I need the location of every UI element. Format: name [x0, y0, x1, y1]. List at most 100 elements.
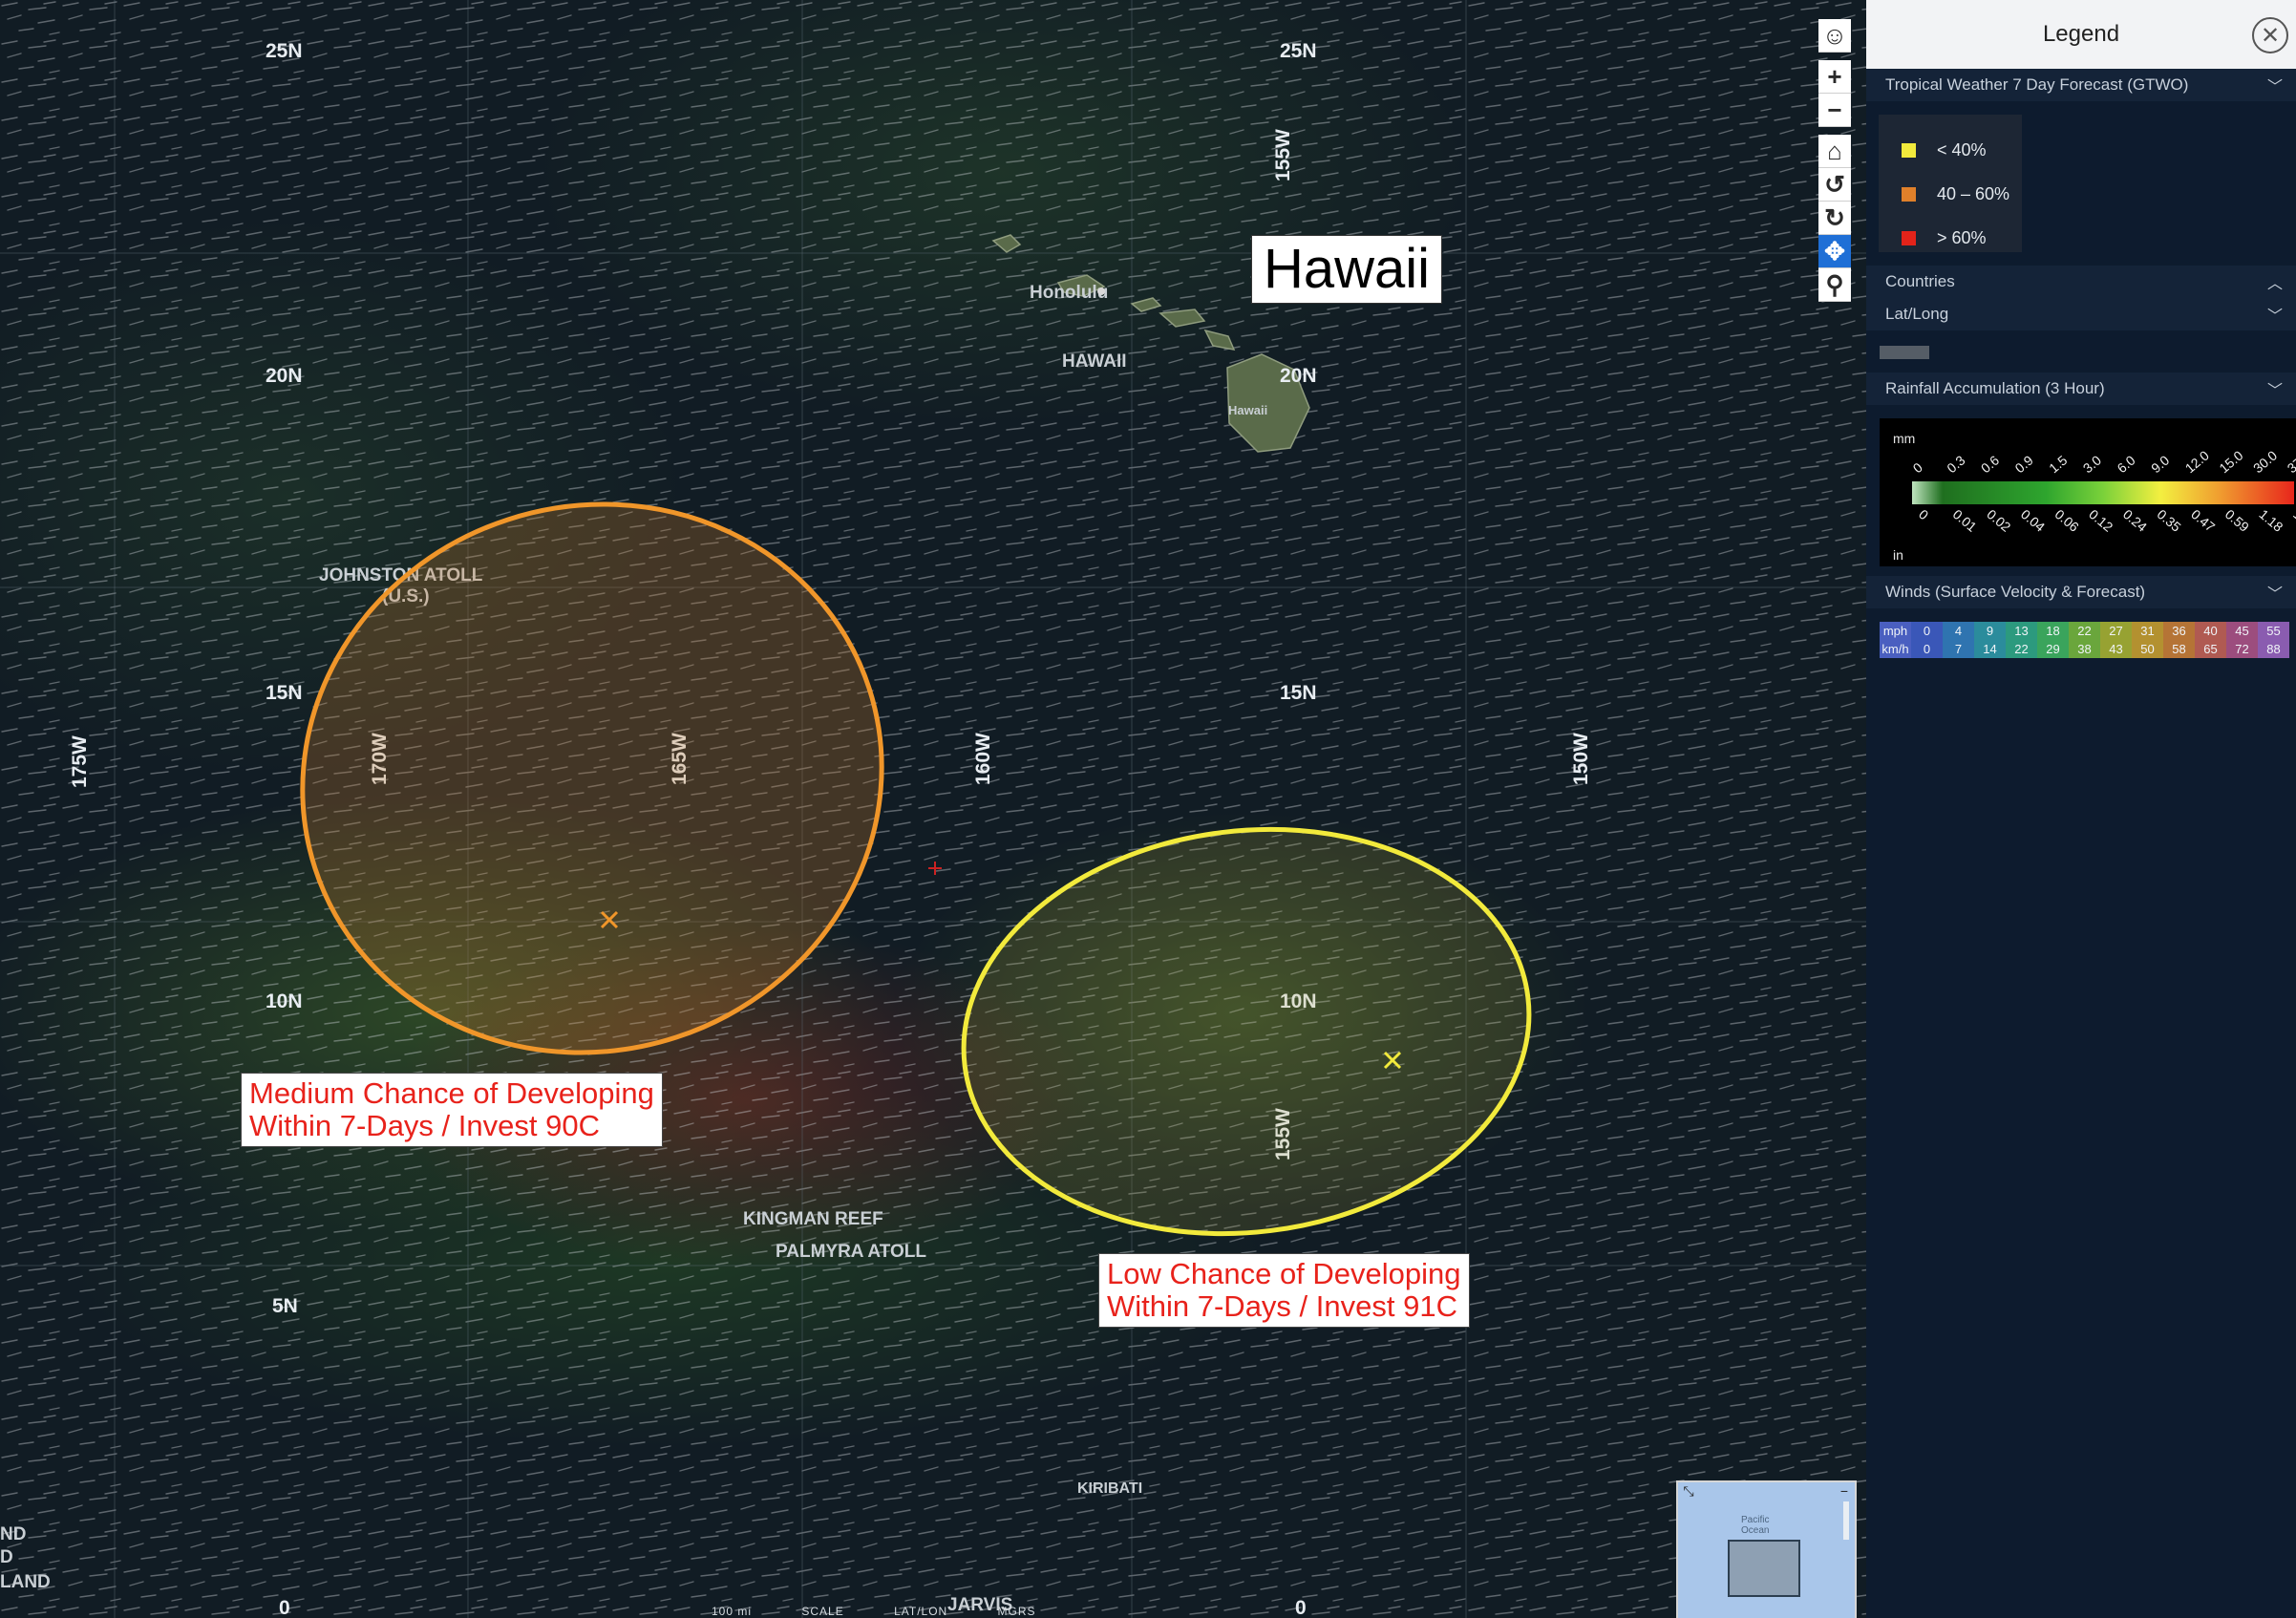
- rain-tick-label: 0.12: [2086, 506, 2115, 535]
- rain-tick-label: 0.04: [2018, 506, 2048, 535]
- legend-panel: Legend ✕ Tropical Weather 7 Day Forecast…: [1866, 0, 2296, 1618]
- wind-value-cell: 36: [2163, 622, 2195, 640]
- annotation-invest-90c: Medium Chance of Developing Within 7-Day…: [241, 1073, 663, 1147]
- legend-section-rainfall[interactable]: Rainfall Accumulation (3 Hour) ﹀: [1866, 373, 2296, 405]
- minus-icon: −: [1827, 95, 1842, 124]
- gtwo-legend-item: > 60%: [1879, 216, 2022, 260]
- wind-value-cell: 58: [2163, 640, 2195, 658]
- wind-value-cell: 14: [1974, 640, 2006, 658]
- rainfall-colorbar: mm in 0 0.3 0.6 0.9 1.5 3.0 6.0 9.0 12.0 15.0 30.0…: [1880, 418, 2296, 566]
- home-icon: ⌂: [1827, 136, 1842, 165]
- wind-value-cell: 43: [2100, 640, 2132, 658]
- wind-value-cell: 88: [2258, 640, 2289, 658]
- chevron-down-icon: ﹀: [2266, 586, 2283, 603]
- lat-label-15n: 15N: [266, 682, 303, 704]
- rain-tick-label: 0: [1910, 459, 1925, 476]
- wind-value-cell: 13: [2006, 622, 2037, 640]
- rain-tick-label: 1.18: [2256, 506, 2285, 535]
- wind-value-cell: 0: [1911, 640, 1943, 658]
- annotation-invest-91c: Low Chance of Developing Within 7-Days /…: [1098, 1253, 1470, 1328]
- legend-section-gtwo[interactable]: Tropical Weather 7 Day Forecast (GTWO) ﹀: [1866, 69, 2296, 101]
- rain-ticks-in: 0 0.01 0.02 0.04 0.06 0.12 0.24 0.35 0.47 0.59 1.1…: [1916, 506, 2296, 535]
- zoom-in-button[interactable]: +: [1818, 60, 1851, 94]
- lat-label-0-east: 0: [1295, 1597, 1307, 1618]
- rain-tick-label: 0: [1916, 506, 1931, 522]
- map-controls: ☺ + − ⌂ ↺ ↻ ✥ ⚲: [1818, 19, 1851, 302]
- home-button[interactable]: ⌂: [1818, 135, 1851, 168]
- legend-section-winds[interactable]: Winds (Surface Velocity & Forecast) ﹀: [1866, 576, 2296, 608]
- rotate-left-button[interactable]: ↺: [1818, 168, 1851, 202]
- wind-value-cell: 29: [2037, 640, 2069, 658]
- chevron-up-icon: ︿: [2266, 276, 2283, 292]
- legend-title: Legend: [2042, 21, 2120, 47]
- rotate-right-icon: ↻: [1824, 202, 1845, 232]
- place-kiribati: KIRIBATI: [1077, 1480, 1142, 1497]
- wind-value-cell: 50: [2132, 640, 2163, 658]
- overview-minimap[interactable]: ⤡ − Pacific Ocean: [1676, 1480, 1857, 1618]
- wind-value-cell: 4: [1943, 622, 1974, 640]
- rainfall-colorbar-svg: mm in 0 0.3 0.6 0.9 1.5 3.0 6.0 9.0 12.0 15.0 30.0…: [1893, 431, 2296, 563]
- lat-label-20n: 20N: [266, 365, 303, 387]
- legend-section-countries[interactable]: Countries ︿: [1866, 266, 2296, 298]
- lat-label-25n: 25N: [266, 40, 303, 62]
- scale-bar: 100 mi SCALE LAT/LON MGRS: [712, 1605, 1082, 1618]
- rotate-left-icon: ↺: [1824, 169, 1845, 199]
- gtwo-label: > 60%: [1937, 227, 1987, 247]
- wind-row-mph: mph 0 4 9 13 18 22 27 31 36 40 45 55: [1880, 622, 2289, 640]
- zoom-box-button[interactable]: ⚲: [1818, 268, 1851, 302]
- rain-tick-label: 1.46: [2290, 506, 2296, 535]
- gtwo-swatch: [1902, 186, 1916, 202]
- legend-header: Legend ✕: [1866, 0, 2296, 69]
- map-view[interactable]: 25N 25N 20N 20N 15N 15N 10N 10N 5N 0 0 1…: [0, 0, 1866, 1618]
- zoom-out-button[interactable]: −: [1818, 94, 1851, 127]
- street-view-button[interactable]: ☺: [1818, 19, 1851, 53]
- plus-icon: +: [1827, 61, 1842, 91]
- rain-tick-label: 0.9: [2012, 452, 2036, 476]
- minimap-collapse-icon[interactable]: −: [1837, 1484, 1852, 1500]
- minimap-extent-box[interactable]: [1728, 1540, 1800, 1597]
- latlon-label: LAT/LON: [894, 1605, 948, 1618]
- gtwo-swatch: [1902, 142, 1916, 158]
- rain-ticks-mm: 0 0.3 0.6 0.9 1.5 3.0 6.0 9.0 12.0 15.0 30.0 37.0: [1910, 447, 2296, 476]
- minimap-expand-icon[interactable]: ⤡: [1681, 1484, 1696, 1500]
- wind-value-cell: 0: [1911, 622, 1943, 640]
- rain-tick-label: 0.01: [1950, 506, 1980, 535]
- place-edge-2: D: [0, 1547, 13, 1567]
- lat-label-25n-east: 25N: [1280, 40, 1317, 62]
- rain-tick-label: 0.6: [1978, 452, 2002, 476]
- place-palmyra: PALMYRA ATOLL: [776, 1242, 926, 1262]
- rain-tick-label: 0.47: [2188, 506, 2218, 535]
- magnifier-icon: ⚲: [1825, 269, 1844, 299]
- minimap-coastline: [1843, 1501, 1849, 1540]
- lat-label-20n-east: 20N: [1280, 365, 1317, 387]
- rain-unit-in: in: [1893, 547, 1903, 563]
- wind-value-cell: 27: [2100, 622, 2132, 640]
- rain-tick-label: 37.0: [2285, 447, 2296, 476]
- wind-unit-label: mph: [1880, 622, 1911, 640]
- legend-section-latlong[interactable]: Lat/Long ﹀: [1866, 298, 2296, 330]
- rain-tick-label: 0.24: [2120, 506, 2150, 535]
- lon-label-155w-north: 155W: [1272, 129, 1294, 181]
- rain-tick-label: 15.0: [2216, 447, 2245, 476]
- wind-value-cell: 40: [2195, 622, 2226, 640]
- lat-label-5n: 5N: [272, 1295, 298, 1317]
- pan-button[interactable]: ✥: [1818, 235, 1851, 268]
- lon-label-175w: 175W: [69, 735, 91, 788]
- legend-close-icon[interactable]: ✕: [2252, 17, 2288, 53]
- city-marker-honolulu: [1097, 287, 1105, 295]
- wind-value-cell: 72: [2226, 640, 2258, 658]
- scale-distance: 100 mi: [712, 1605, 753, 1618]
- wind-row-kmh: km/h 0 7 14 22 29 38 43 50 58 65 72 88: [1880, 640, 2289, 658]
- rain-gradient-bar: [1912, 481, 2294, 504]
- lat-label-0: 0: [279, 1597, 290, 1618]
- pan-arrows-icon: ✥: [1824, 236, 1845, 266]
- wind-value-cell: 22: [2069, 622, 2100, 640]
- wind-value-cell: 22: [2006, 640, 2037, 658]
- rotate-right-button[interactable]: ↻: [1818, 202, 1851, 235]
- gtwo-swatch: [1902, 230, 1916, 245]
- wind-speed-table: mph 0 4 9 13 18 22 27 31 36 40 45 55 km/h 0 7 14 22 29 38 43…: [1880, 622, 2289, 658]
- lon-label-150w: 150W: [1570, 733, 1592, 785]
- annotation-hawaii-title: Hawaii: [1251, 235, 1443, 304]
- rain-tick-label: 0.3: [1944, 452, 1967, 476]
- minimap-ocean-label: Pacific Ocean: [1741, 1515, 1770, 1536]
